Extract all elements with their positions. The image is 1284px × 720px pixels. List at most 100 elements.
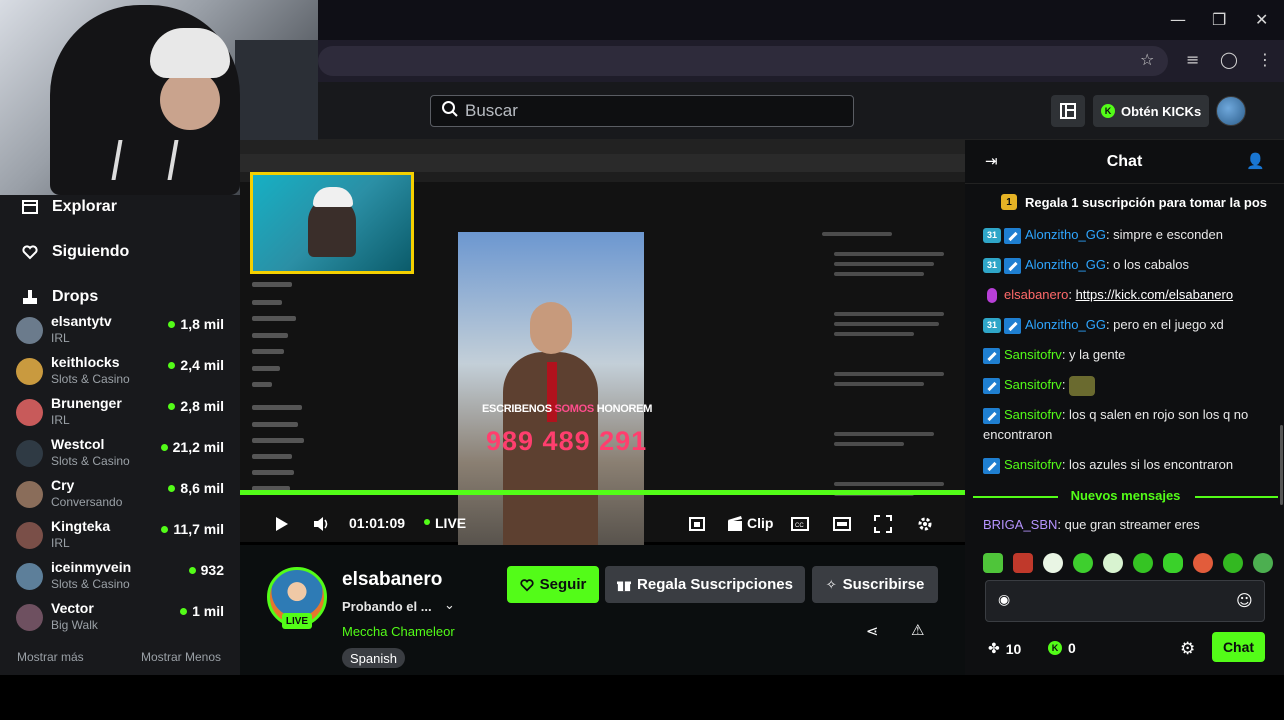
emote-icon[interactable]	[1043, 553, 1063, 573]
channel-avatar	[16, 358, 43, 385]
viewer-count: 1 mil	[192, 603, 224, 619]
pinned-text: Regala 1 suscripción para tomar la pos	[1025, 194, 1268, 210]
emote-icon[interactable]	[1223, 553, 1243, 573]
emote-icon[interactable]	[1193, 553, 1213, 573]
chat-username[interactable]: Sansitofrv	[1004, 347, 1062, 362]
channel-category: Slots & Casino	[51, 454, 130, 468]
chat-username[interactable]: BRIGA_SBN	[983, 517, 1057, 532]
emote-icon[interactable]	[983, 553, 1003, 573]
pinned-gift-banner[interactable]: 1 Regala 1 suscripción para tomar la pos	[965, 188, 1284, 216]
channel-item[interactable]: Westcol Slots & Casino 21,2 mil	[16, 436, 230, 474]
browser-menu-icon[interactable]: ⋮	[1257, 50, 1273, 69]
dashboard-button[interactable]	[1051, 95, 1085, 127]
chat-input[interactable]: ◉ ☺	[985, 580, 1265, 622]
media-control-icon[interactable]: ≡	[1186, 50, 1199, 69]
chevron-down-icon[interactable]: ⌄	[444, 598, 455, 613]
video-phone-number: 989 489 291	[486, 426, 648, 456]
channel-category: Slots & Casino	[51, 372, 130, 386]
nav-drops[interactable]: Drops	[22, 288, 98, 306]
chat-link[interactable]: https://kick.com/elsabanero	[1076, 287, 1234, 302]
chat-username[interactable]: elsabanero	[1004, 287, 1068, 302]
channel-item[interactable]: Cry Conversando 8,6 mil	[16, 477, 230, 515]
live-indicator[interactable]: LIVE	[435, 515, 466, 531]
show-less-link[interactable]: Mostrar Menos	[141, 650, 221, 664]
new-messages-divider[interactable]: Nuevos mensajes	[973, 488, 1278, 506]
user-avatar[interactable]	[1216, 96, 1246, 126]
channel-item[interactable]: elsantytv IRL 1,8 mil	[16, 313, 230, 351]
moderator-badge-icon	[983, 407, 1000, 424]
chat-username[interactable]: Alonzitho_GG	[1025, 227, 1106, 242]
channel-item[interactable]: keithlocks Slots & Casino 2,4 mil	[16, 354, 230, 392]
miniplayer-icon[interactable]	[833, 515, 851, 533]
live-dot-icon	[180, 607, 188, 615]
close-icon[interactable]: ✕	[1255, 10, 1268, 29]
minimize-icon[interactable]: —	[1170, 10, 1186, 29]
chat-message: 31 Alonzitho_GG: o los cabalos	[983, 255, 1275, 275]
emote-icon[interactable]	[1253, 553, 1273, 573]
points-balance[interactable]: K 0	[1048, 640, 1076, 656]
fullscreen-icon[interactable]	[874, 515, 892, 533]
chat-username[interactable]: Alonzitho_GG	[1025, 257, 1106, 272]
chat-username[interactable]: Sansitofrv	[1004, 407, 1062, 422]
nav-siguiendo-label: Siguiendo	[52, 243, 130, 260]
volume-icon[interactable]	[312, 515, 330, 533]
chat-scrollbar[interactable]	[1280, 425, 1283, 505]
chat-username[interactable]: Sansitofrv	[1004, 377, 1062, 392]
emote-icon[interactable]	[1163, 553, 1183, 573]
progress-bar[interactable]	[240, 490, 965, 495]
emote-icon[interactable]	[1103, 553, 1123, 573]
emote-icon[interactable]	[1133, 553, 1153, 573]
nav-siguiendo[interactable]: Siguiendo	[22, 243, 129, 261]
chat-message: Sansitofrv:	[983, 375, 1275, 396]
chat-username[interactable]: Alonzitho_GG	[1025, 317, 1106, 332]
streamer-facecam	[250, 172, 414, 274]
emote-icon[interactable]	[1073, 553, 1093, 573]
nav-explorar[interactable]: Explorar	[22, 198, 117, 216]
gift-subs-button[interactable]: Regala Suscripciones	[605, 566, 805, 603]
report-icon[interactable]: ⚠	[911, 621, 924, 639]
chat-settings-gear-icon[interactable]: ⚙	[1180, 639, 1195, 659]
play-icon[interactable]	[272, 515, 290, 533]
get-kicks-button[interactable]: K Obtén KICKs	[1093, 95, 1209, 127]
clip-icon[interactable]	[726, 515, 744, 533]
emote-icon[interactable]	[1013, 553, 1033, 573]
channel-category: IRL	[51, 536, 70, 550]
viewer-count: 932	[200, 562, 224, 578]
address-bar[interactable]	[318, 46, 1168, 76]
captions-icon[interactable]: CC	[791, 515, 809, 533]
gift-icon	[617, 581, 632, 591]
follow-button[interactable]: Seguir	[507, 566, 599, 603]
theater-icon[interactable]	[688, 515, 706, 533]
chat-users-icon[interactable]: 👤	[1246, 152, 1265, 170]
settings-gear-icon[interactable]	[916, 515, 934, 533]
chat-text: : simpre e esconden	[1105, 227, 1224, 242]
clip-button-label[interactable]: Clip	[747, 515, 773, 531]
subscribe-button[interactable]: ✧ Suscribirse	[812, 566, 938, 603]
bookmark-star-icon[interactable]: ☆	[1140, 50, 1154, 69]
send-chat-button[interactable]: Chat	[1212, 632, 1265, 662]
chat-text: : que gran streamer eres	[1057, 517, 1200, 532]
video-player[interactable]: ESCRIBENOS SOMOS HONOREM 989 489 291 01:…	[240, 140, 965, 545]
kicks-balance[interactable]: ✤ 10	[988, 640, 1021, 657]
maximize-icon[interactable]: ❐	[1212, 10, 1226, 29]
streamer-name[interactable]: elsabanero	[342, 569, 442, 591]
chat-identity-icon[interactable]: ◉	[998, 592, 1010, 608]
show-more-link[interactable]: Mostrar más	[17, 650, 84, 664]
nav-explorar-label: Explorar	[52, 198, 117, 215]
channel-item[interactable]: Brunenger IRL 2,8 mil	[16, 395, 230, 433]
stream-category[interactable]: Meccha Chameleor	[342, 624, 455, 639]
language-tag[interactable]: Spanish	[342, 648, 405, 668]
channel-avatar	[16, 604, 43, 631]
share-icon[interactable]: ⋖	[866, 622, 879, 640]
channel-item[interactable]: Vector Big Walk 1 mil	[16, 600, 230, 638]
chat-username[interactable]: Sansitofrv	[1004, 457, 1062, 472]
emoji-picker-icon[interactable]: ☺	[1236, 591, 1253, 610]
quick-emote-bar	[983, 553, 1273, 575]
channel-item[interactable]: Kingteka IRL 11,7 mil	[16, 518, 230, 556]
player-controls: 01:01:09 LIVE Clip CC	[240, 505, 965, 545]
channel-avatar	[16, 563, 43, 590]
channel-avatar	[16, 522, 43, 549]
channel-item[interactable]: iceinmyvein Slots & Casino 932	[16, 559, 230, 597]
channel-avatar	[16, 399, 43, 426]
profile-icon[interactable]: ◯	[1220, 50, 1238, 69]
